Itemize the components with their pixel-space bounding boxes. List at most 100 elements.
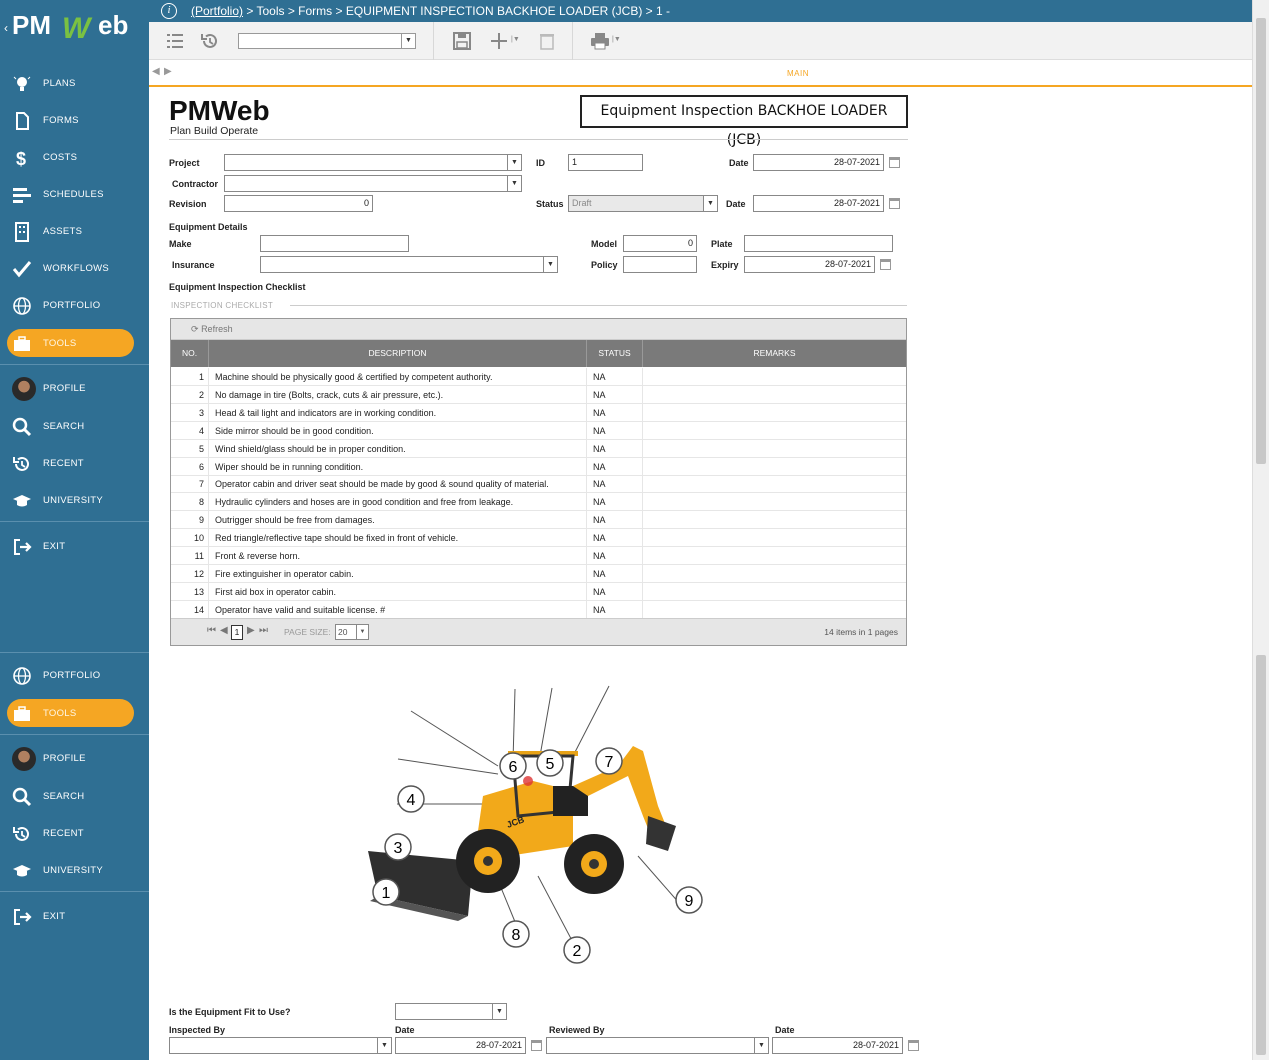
cell-description[interactable]: Side mirror should be in good condition.: [209, 421, 587, 440]
cell-status[interactable]: NA: [587, 600, 643, 619]
table-row[interactable]: 6 Wiper should be in running condition. NA: [171, 457, 906, 476]
cell-no[interactable]: 13: [171, 582, 209, 601]
inspection-date-field[interactable]: 28-07-2021: [395, 1037, 526, 1054]
cell-remarks[interactable]: [643, 493, 906, 511]
sidebar-item-portfolio[interactable]: PORTFOLIO: [0, 660, 149, 690]
cell-description[interactable]: Wiper should be in running condition.: [209, 457, 587, 476]
cell-status[interactable]: NA: [587, 475, 643, 494]
page-scrollbar[interactable]: [1252, 0, 1269, 1060]
sidebar-item-profile[interactable]: PROFILE: [0, 373, 149, 403]
prev-page-icon[interactable]: ◀: [220, 625, 228, 636]
list-icon[interactable]: [165, 31, 185, 51]
column-header-description[interactable]: DESCRIPTION: [209, 340, 587, 367]
make-field[interactable]: [260, 235, 409, 252]
cell-no[interactable]: 10: [171, 529, 209, 548]
page-size-select[interactable]: 20 ▼: [335, 624, 369, 640]
cell-remarks[interactable]: [643, 368, 906, 386]
sidebar-item-tools[interactable]: TOOLS: [0, 698, 149, 728]
sidebar-item-search[interactable]: SEARCH: [0, 411, 149, 441]
review-date-field[interactable]: 28-07-2021: [772, 1037, 903, 1054]
insurance-select[interactable]: ▼: [260, 256, 558, 273]
table-row[interactable]: 4 Side mirror should be in good condition…: [171, 421, 906, 440]
sidebar-item-exit[interactable]: EXIT: [0, 901, 149, 931]
calendar-icon[interactable]: [889, 157, 900, 168]
table-row[interactable]: 10 Red triangle/reflective tape should be…: [171, 529, 906, 548]
cell-description[interactable]: Operator cabin and driver seat should be…: [209, 475, 587, 494]
cell-remarks[interactable]: [643, 529, 906, 547]
cell-remarks[interactable]: [643, 511, 906, 529]
expiry-field[interactable]: 28-07-2021: [744, 256, 875, 273]
current-page[interactable]: 1: [231, 625, 243, 640]
scrollbar-thumb[interactable]: [1256, 655, 1266, 1055]
print-dropdown-icon[interactable]: |▼: [612, 36, 621, 43]
cell-description[interactable]: Fire extinguisher in operator cabin.: [209, 564, 587, 583]
fit-to-use-select[interactable]: ▼: [395, 1003, 507, 1020]
cell-status[interactable]: NA: [587, 529, 643, 548]
cell-no[interactable]: 6: [171, 457, 209, 476]
sidebar-item-university[interactable]: UNIVERSITY: [0, 485, 149, 515]
cell-status[interactable]: NA: [587, 582, 643, 601]
sidebar-item-costs[interactable]: $ COSTS: [0, 142, 149, 172]
first-page-icon[interactable]: ⏮: [207, 625, 216, 636]
sidebar-item-plans[interactable]: PLANS: [0, 68, 149, 98]
inspected-by-select[interactable]: ▼: [169, 1037, 392, 1054]
cell-remarks[interactable]: [643, 404, 906, 422]
table-row[interactable]: 5 Wind shield/glass should be in proper c…: [171, 439, 906, 458]
table-row[interactable]: 12 Fire extinguisher in operator cabin. NA: [171, 564, 906, 583]
cell-no[interactable]: 8: [171, 493, 209, 512]
cell-no[interactable]: 4: [171, 421, 209, 440]
id-field[interactable]: 1: [568, 154, 643, 171]
cell-status[interactable]: NA: [587, 403, 643, 422]
calendar-icon[interactable]: [531, 1040, 542, 1051]
cell-no[interactable]: 2: [171, 385, 209, 404]
sidebar-item-recent[interactable]: RECENT: [0, 448, 149, 478]
cell-remarks[interactable]: [643, 547, 906, 565]
cell-description[interactable]: No damage in tire (Bolts, crack, cuts & …: [209, 385, 587, 404]
history-icon[interactable]: [200, 31, 220, 51]
date2-field[interactable]: 28-07-2021: [753, 195, 884, 212]
last-page-icon[interactable]: ⏭: [259, 625, 268, 636]
revision-field[interactable]: 0: [224, 195, 373, 212]
info-icon[interactable]: i: [161, 3, 177, 19]
cell-remarks[interactable]: [643, 583, 906, 601]
calendar-icon[interactable]: [880, 259, 891, 270]
cell-remarks[interactable]: [643, 440, 906, 458]
cell-status[interactable]: NA: [587, 564, 643, 583]
pmweb-logo[interactable]: ‹ PM W eb: [4, 6, 144, 46]
column-header-no[interactable]: NO.: [171, 340, 209, 367]
plate-field[interactable]: [744, 235, 893, 252]
cell-no[interactable]: 1: [171, 368, 209, 386]
reviewed-by-select[interactable]: ▼: [546, 1037, 769, 1054]
add-icon[interactable]: [489, 31, 509, 51]
column-header-status[interactable]: STATUS: [587, 340, 643, 367]
sidebar-item-forms[interactable]: FORMS: [0, 105, 149, 135]
cell-description[interactable]: Front & reverse horn.: [209, 547, 587, 565]
table-row[interactable]: 11 Front & reverse horn. NA: [171, 547, 906, 565]
column-header-remarks[interactable]: REMARKS: [643, 340, 906, 367]
next-page-icon[interactable]: ▶: [247, 625, 255, 636]
cell-remarks[interactable]: [643, 601, 906, 619]
cell-status[interactable]: NA: [587, 511, 643, 530]
table-row[interactable]: 8 Hydraulic cylinders and hoses are in go…: [171, 493, 906, 512]
sidebar-item-tools[interactable]: TOOLS: [0, 328, 149, 358]
status-select[interactable]: Draft ▼: [568, 195, 718, 212]
cell-remarks[interactable]: [643, 458, 906, 476]
cell-no[interactable]: 7: [171, 475, 209, 494]
table-row[interactable]: 14 Operator have valid and suitable licen…: [171, 600, 906, 619]
cell-status[interactable]: NA: [587, 493, 643, 512]
breadcrumb-portfolio-link[interactable]: (Portfolio): [191, 4, 243, 18]
cell-remarks[interactable]: [643, 422, 906, 440]
tab-main[interactable]: MAIN: [787, 69, 809, 78]
cell-description[interactable]: Head & tail light and indicators are in …: [209, 403, 587, 422]
table-row[interactable]: 2 No damage in tire (Bolts, crack, cuts &…: [171, 385, 906, 404]
cell-status[interactable]: NA: [587, 421, 643, 440]
print-icon[interactable]: [590, 31, 610, 51]
cell-no[interactable]: 9: [171, 511, 209, 530]
record-selector[interactable]: ▼: [238, 33, 416, 49]
cell-no[interactable]: 5: [171, 439, 209, 458]
cell-description[interactable]: Wind shield/glass should be in proper co…: [209, 439, 587, 458]
cell-remarks[interactable]: [643, 386, 906, 404]
calendar-icon[interactable]: [889, 198, 900, 209]
cell-description[interactable]: First aid box in operator cabin.: [209, 582, 587, 601]
sidebar-item-schedules[interactable]: SCHEDULES: [0, 179, 149, 209]
